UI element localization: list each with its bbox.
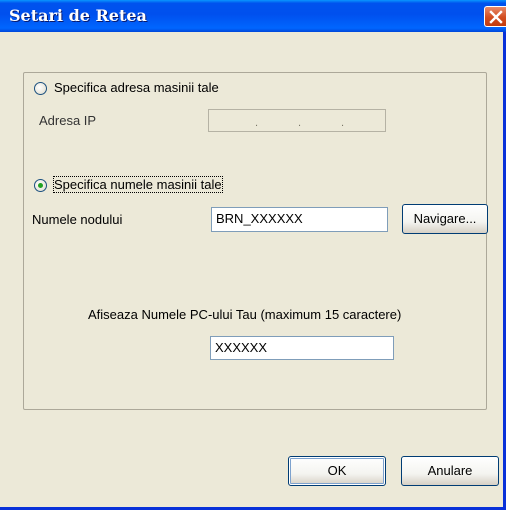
- address-radio-label[interactable]: Specifica adresa masinii tale: [54, 80, 219, 95]
- pc-name-label: Afiseaza Numele PC-ului Tau (maximum 15 …: [88, 307, 402, 322]
- radio-selected-dot: [38, 183, 43, 188]
- pc-name-value: XXXXXX: [215, 340, 268, 355]
- network-settings-dialog: Setari de Retea Specifica adresa masinii…: [0, 0, 506, 510]
- ip-address-label: Adresa IP: [39, 113, 97, 128]
- browse-button[interactable]: Navigare...: [402, 204, 488, 234]
- node-name-label: Numele nodului: [32, 212, 123, 227]
- address-radio[interactable]: [34, 82, 47, 95]
- window-title: Setari de Retea: [9, 6, 147, 25]
- name-radio[interactable]: [34, 179, 47, 192]
- ip-dot-3: .: [341, 117, 345, 129]
- ok-button-label: OK: [327, 463, 347, 478]
- ip-dot-1: .: [255, 117, 259, 129]
- pc-name-field[interactable]: XXXXXX: [210, 336, 394, 360]
- title-bar[interactable]: Setari de Retea: [0, 0, 506, 32]
- ip-dot-2: .: [298, 117, 302, 129]
- ip-address-field: . . .: [208, 109, 386, 132]
- cancel-button-label: Anulare: [427, 463, 473, 478]
- node-name-value: BRN_XXXXXX: [216, 211, 303, 226]
- browse-button-label: Navigare...: [413, 211, 477, 226]
- ok-button[interactable]: OK: [288, 456, 386, 486]
- name-radio-label[interactable]: Specifica numele masinii tale: [53, 176, 223, 193]
- node-name-field[interactable]: BRN_XXXXXX: [211, 207, 388, 232]
- cancel-button[interactable]: Anulare: [401, 456, 499, 486]
- close-button[interactable]: [484, 6, 506, 27]
- close-icon: [489, 10, 503, 24]
